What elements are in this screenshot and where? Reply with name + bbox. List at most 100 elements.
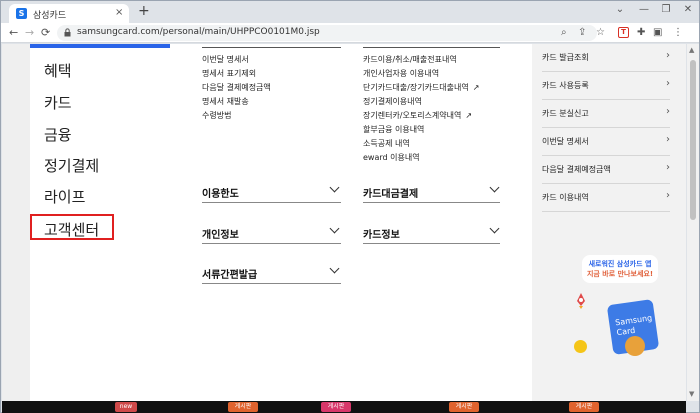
address-bar[interactable]: samsungcard.com/personal/main/UHPPCO0101… [57,25,597,41]
share-icon[interactable]: ⇪ [578,27,586,39]
chevron-down-icon[interactable] [489,223,500,234]
link-card-usage[interactable]: 카드이용/취소/매출전표내역 [363,54,457,65]
search-icon[interactable]: ⌕ [561,27,567,39]
chevron-right-icon: › [666,162,670,173]
link-income-deduction[interactable]: 소득공제 내역 [363,138,410,149]
scroll-thumb[interactable] [690,60,696,220]
link-label: 단기카드대출/장기카드대출내역 [363,83,469,92]
divider [202,283,341,284]
section-personal-info[interactable]: 개인정보 [202,226,239,241]
divider [202,202,341,203]
reload-button[interactable]: ⟳ [41,26,50,40]
quick-item-label: 카드 분실신고 [542,109,589,118]
link-rental-lease[interactable]: 장기렌터카/오토리스계약내역 ↗ [363,110,472,121]
quick-item-label: 카드 발급조회 [542,53,589,62]
link-business-usage[interactable]: 개인사업자용 이용내역 [363,68,439,79]
nav-item-finance[interactable]: 금융 [44,124,72,145]
chevron-down-icon[interactable] [489,182,500,193]
forward-button[interactable]: → [25,26,34,40]
quick-item-label: 카드 사용등록 [542,81,589,90]
quick-item-card-issue-check[interactable]: 카드 발급조회 › [542,44,670,72]
minimize-icon[interactable]: — [637,4,651,16]
quick-item-lost-card[interactable]: 카드 분실신고 › [542,100,670,128]
divider [363,243,500,244]
tab-title: 삼성카드 [33,11,67,21]
chevron-down-icon[interactable] [329,263,340,274]
samsung-card-favicon: S [16,8,27,19]
chevron-down-icon[interactable] [329,223,340,234]
banner-chip[interactable]: new [115,402,137,412]
tab-strip: S 삼성카드 × + ⌄ — ❐ ✕ [1,1,699,23]
smiley-icon [574,340,587,353]
quick-item-card-register[interactable]: 카드 사용등록 › [542,72,670,100]
app-promo-bubble[interactable]: 새로워진 삼성카드 앱 지금 바로 만나보세요! [582,255,658,283]
link-receipt-method[interactable]: 수령방법 [202,110,231,121]
chevron-right-icon: › [666,134,670,145]
promo-line-1: 새로워진 삼성카드 앱 [588,260,652,268]
nav-accent-bar [30,44,170,48]
new-tab-button[interactable]: + [138,4,150,18]
divider [202,47,341,48]
banner-chip[interactable]: 게시판 [321,402,351,412]
banner-chip[interactable]: 게시판 [449,402,479,412]
restore-icon[interactable]: ❐ [659,4,673,16]
section-card-payment[interactable]: 카드대금결제 [363,185,418,200]
lock-icon [64,28,71,37]
quick-item-label: 카드 이용내역 [542,193,589,202]
chevron-right-icon: › [666,78,670,89]
link-next-month-payment[interactable]: 다음달 결제예정금액 [202,82,271,93]
chevron-right-icon: › [666,50,670,61]
nav-item-customer-center[interactable]: 고객센터 [44,219,99,240]
page-viewport: 혜택 카드 금융 정기결제 라이프 고객센터 이번달 명세서 명세서 표기제외 … [2,44,686,401]
chevron-down-icon[interactable]: ⌄ [613,4,627,16]
extension-icon[interactable]: T [618,27,629,38]
link-statement-resend[interactable]: 명세서 재발송 [202,96,249,107]
link-recurring-usage[interactable]: 정기결제이용내역 [363,96,422,107]
link-statement-exclusion[interactable]: 명세서 표기제외 [202,68,256,79]
banner-chip[interactable]: 게시판 [569,402,599,412]
tab-close-icon[interactable]: × [115,7,123,18]
url-text: samsungcard.com/personal/main/UHPPCO0101… [77,27,320,37]
quick-menu: 카드 발급조회 › 카드 사용등록 › 카드 분실신고 › 이번달 명세서 › 다음달 … [532,44,686,401]
nav-item-recurring-payment[interactable]: 정기결제 [44,155,99,176]
divider [202,243,341,244]
bookmark-star-icon[interactable]: ☆ [596,27,605,39]
hand-illustration-icon [625,336,645,356]
puzzle-extensions-icon[interactable]: ✚ [637,27,645,39]
nav-item-card[interactable]: 카드 [44,92,72,113]
left-nav: 혜택 카드 금융 정기결제 라이프 고객센터 [30,44,170,401]
quick-item-card-usage[interactable]: 카드 이용내역 › [542,184,670,212]
browser-toolbar: ← → ⟳ samsungcard.com/personal/main/UHPP… [1,23,699,43]
external-link-icon: ↗ [472,83,480,92]
divider [363,202,500,203]
back-button[interactable]: ← [9,26,18,40]
more-menu-icon[interactable]: ⋮ [673,27,683,39]
section-usage-limit[interactable]: 이용한도 [202,185,239,200]
quick-item-this-month-statement[interactable]: 이번달 명세서 › [542,128,670,156]
close-window-icon[interactable]: ✕ [681,4,695,16]
banner-chip[interactable]: 게시판 [228,402,258,412]
scroll-down-icon[interactable]: ▼ [689,390,694,398]
link-card-loan-history[interactable]: 단기카드대출/장기카드대출내역 ↗ [363,82,479,93]
link-eward-usage[interactable]: eward 이용내역 [363,152,420,163]
page-scrollbar[interactable]: ▲ ▼ [687,44,699,401]
chevron-down-icon[interactable] [329,182,340,193]
section-card-info[interactable]: 카드정보 [363,226,400,241]
link-this-month-statement[interactable]: 이번달 명세서 [202,54,249,65]
promo-line-2: 지금 바로 만나보세요! [586,270,654,278]
scroll-up-icon[interactable]: ▲ [689,46,694,54]
browser-window: S 삼성카드 × + ⌄ — ❐ ✕ ← → ⟳ samsungcard.com… [0,0,700,413]
quick-item-next-month-payment[interactable]: 다음달 결제예정금액 › [542,156,670,184]
sidepanel-icon[interactable]: ▣ [653,27,662,39]
nav-item-benefits[interactable]: 혜택 [44,60,72,81]
card-illustration-text: Samsung Card [614,313,653,338]
nav-item-life[interactable]: 라이프 [44,186,85,207]
submenu-content: 이번달 명세서 명세서 표기제외 다음달 결제예정금액 명세서 재발송 수령방법… [170,44,532,401]
external-link-icon: ↗ [465,111,473,120]
chevron-right-icon: › [666,190,670,201]
link-installment-finance[interactable]: 할부금융 이용내역 [363,124,424,135]
section-document-issue[interactable]: 서류간편발급 [202,266,257,281]
quick-item-label: 이번달 명세서 [542,137,589,146]
browser-tab[interactable]: S 삼성카드 × [9,4,129,23]
quick-item-label: 다음달 결제예정금액 [542,165,611,174]
